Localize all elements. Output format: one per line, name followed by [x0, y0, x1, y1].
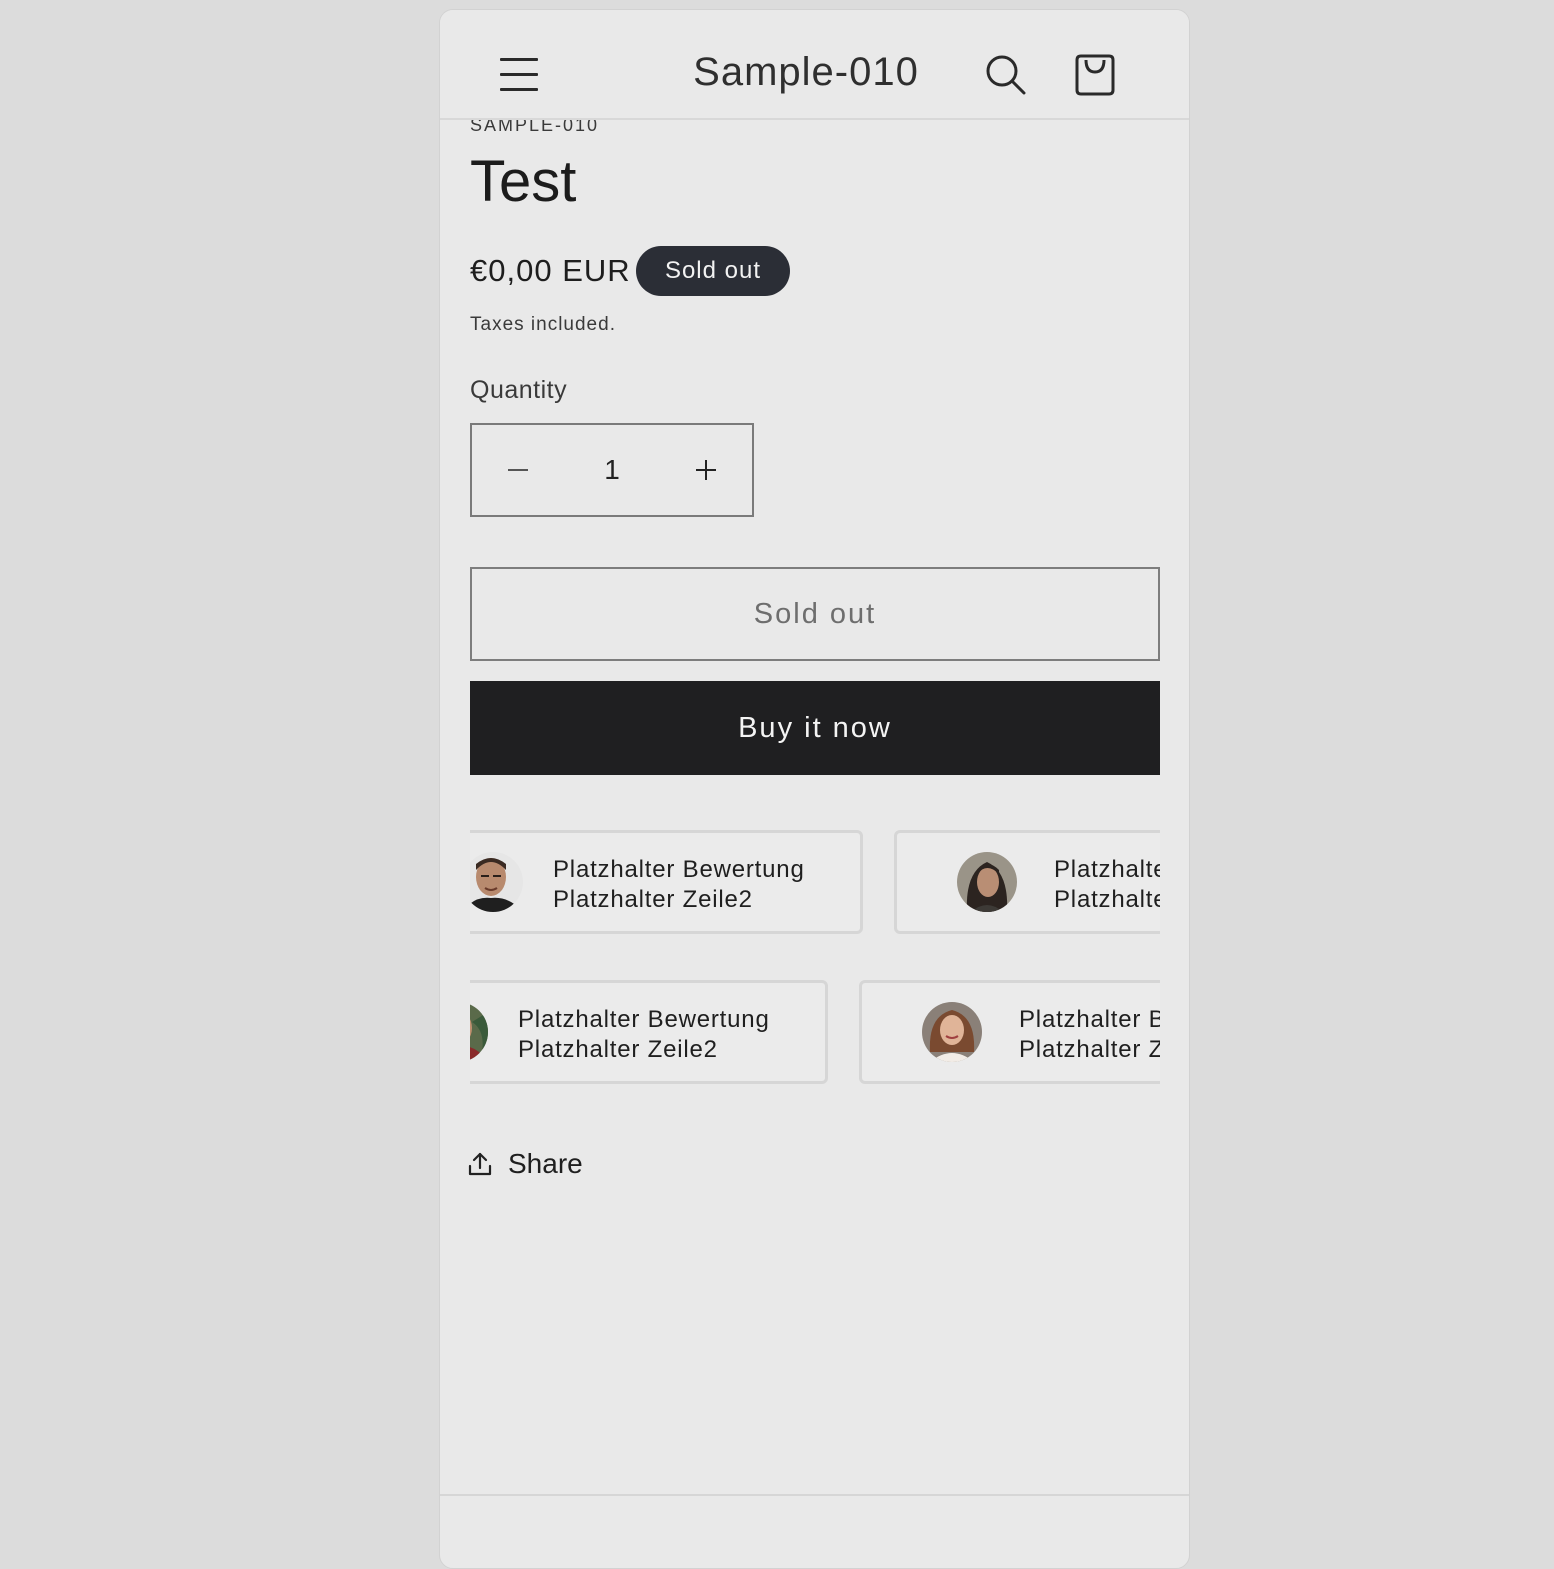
- review-line-2: Platzhalter Zeile2: [518, 1036, 718, 1063]
- reviewer-avatar: [957, 852, 1017, 912]
- product-price: €0,00 EUR: [470, 253, 631, 288]
- sold-out-button[interactable]: Sold out: [470, 567, 1160, 661]
- taxes-note: Taxes included.: [470, 314, 616, 335]
- reviewer-avatar: [922, 1002, 982, 1062]
- review-text: Platzhalter Bewertung Platzhalter Zeile2: [518, 1005, 770, 1065]
- share-icon: [468, 1152, 492, 1176]
- quantity-label: Quantity: [470, 376, 568, 404]
- reviews-carousel-row-2[interactable]: Platzhalter Bewertung Platzhalter Zeile2…: [470, 980, 1160, 1090]
- review-text: Platzhalte Platzhalte: [1054, 855, 1160, 915]
- cart-bag-icon[interactable]: [1073, 52, 1117, 98]
- review-line-2: Platzhalte: [1054, 886, 1160, 913]
- quantity-increase-button[interactable]: [660, 425, 752, 515]
- review-line-2: Platzhalter Z: [1019, 1036, 1160, 1063]
- product-title: Test: [470, 149, 577, 214]
- quantity-input[interactable]: 1: [564, 454, 660, 486]
- buy-it-now-button[interactable]: Buy it now: [470, 681, 1160, 775]
- phone-frame: Sample-010 SAMPLE-010 Test €0,00 EUR Sol…: [439, 9, 1190, 1569]
- review-line-2: Platzhalter Zeile2: [553, 886, 753, 913]
- reviewer-avatar: [470, 1002, 488, 1062]
- quantity-decrease-button[interactable]: [472, 425, 564, 515]
- quantity-stepper: 1: [470, 423, 754, 517]
- header: Sample-010: [440, 10, 1189, 120]
- plus-icon: [696, 460, 716, 480]
- review-line-1: Platzhalter Bewertung: [518, 1006, 770, 1033]
- review-text: Platzhalter B Platzhalter Z: [1019, 1005, 1160, 1065]
- review-card[interactable]: Platzhalter B Platzhalter Z: [859, 980, 1160, 1084]
- footer-divider: [440, 1494, 1189, 1496]
- hamburger-menu-icon[interactable]: [500, 56, 540, 94]
- review-card[interactable]: Platzhalter Bewertung Platzhalter Zeile2: [470, 980, 828, 1084]
- share-button[interactable]: Share: [468, 1148, 583, 1180]
- review-line-1: Platzhalter B: [1019, 1006, 1160, 1033]
- reviews-carousel-row-1[interactable]: Platzhalter Bewertung Platzhalter Zeile2…: [470, 830, 1160, 940]
- store-name[interactable]: Sample-010: [686, 50, 926, 95]
- minus-icon: [508, 469, 528, 471]
- search-icon[interactable]: [985, 54, 1027, 96]
- review-line-1: Platzhalte: [1054, 856, 1160, 883]
- reviewer-avatar: [470, 852, 523, 912]
- review-text: Platzhalter Bewertung Platzhalter Zeile2: [553, 855, 805, 915]
- share-label: Share: [508, 1148, 583, 1179]
- review-card[interactable]: Platzhalte Platzhalte: [894, 830, 1160, 934]
- review-card[interactable]: Platzhalter Bewertung Platzhalter Zeile2: [470, 830, 863, 934]
- review-line-1: Platzhalter Bewertung: [553, 856, 805, 883]
- sold-out-badge: Sold out: [636, 246, 790, 296]
